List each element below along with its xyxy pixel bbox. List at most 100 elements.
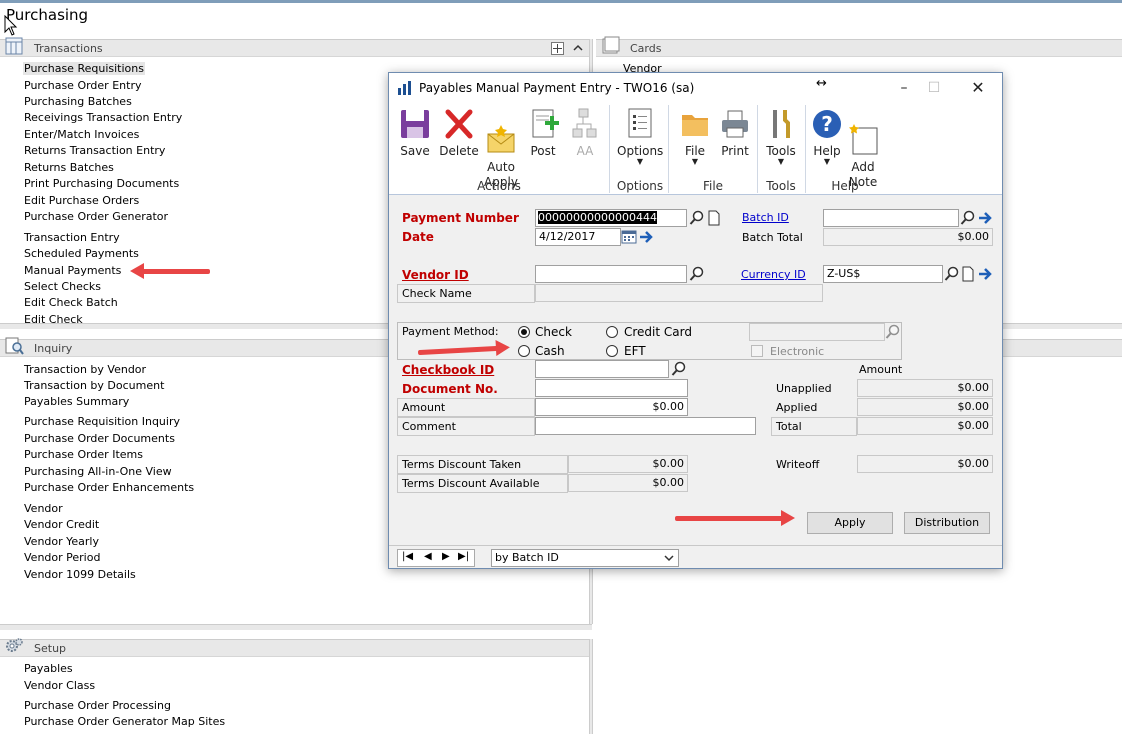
lookup-icon[interactable] xyxy=(689,266,705,282)
apply-button[interactable]: Apply xyxy=(807,512,893,534)
post-button[interactable]: Post xyxy=(525,107,561,158)
nav-item[interactable]: Edit Purchase Orders xyxy=(24,194,139,207)
distribution-button[interactable]: Distribution xyxy=(904,512,990,534)
nav-item[interactable]: Vendor Class xyxy=(24,679,95,692)
batch-total-value: $0.00 xyxy=(823,228,993,246)
cash-radio[interactable] xyxy=(518,345,530,357)
amount-label: Amount xyxy=(397,398,535,417)
file-button[interactable]: File ▼ xyxy=(677,107,713,166)
comment-field[interactable] xyxy=(535,417,756,435)
minimize-button[interactable]: – xyxy=(889,77,919,99)
amount-field[interactable]: $0.00 xyxy=(535,398,688,416)
nav-item[interactable]: Purchase Order Generator Map Sites xyxy=(24,715,225,728)
save-icon xyxy=(401,110,429,138)
nav-item[interactable]: Returns Batches xyxy=(24,161,114,174)
help-button[interactable]: ? Help ▼ xyxy=(809,107,845,166)
currency-id-link[interactable]: Currency ID xyxy=(741,268,806,281)
calendar-icon[interactable] xyxy=(621,229,637,245)
nav-item[interactable]: Purchase Order Processing xyxy=(24,699,171,712)
horizontal-splitter[interactable] xyxy=(0,624,592,630)
options-button[interactable]: Options ▼ xyxy=(617,107,663,166)
nav-item[interactable]: Returns Transaction Entry xyxy=(24,144,165,157)
setup-header-label: Setup xyxy=(34,642,67,655)
credit-card-radio[interactable] xyxy=(606,326,618,338)
nav-item[interactable]: Purchase Order Documents xyxy=(24,432,175,445)
save-button[interactable]: Save xyxy=(397,107,433,158)
new-document-icon[interactable] xyxy=(706,210,722,226)
nav-item-manual-payments[interactable]: Manual Payments xyxy=(24,264,121,277)
nav-item[interactable]: Purchase Order Enhancements xyxy=(24,481,194,494)
lookup-icon[interactable] xyxy=(689,210,705,226)
nav-item[interactable]: Enter/Match Invoices xyxy=(24,128,139,141)
post-icon xyxy=(532,109,559,138)
nav-item[interactable]: Receivings Transaction Entry xyxy=(24,111,182,124)
nav-item[interactable]: Purchasing All-in-One View xyxy=(24,465,172,478)
terms-discount-taken-label: Terms Discount Taken xyxy=(397,455,568,474)
expand-icon[interactable] xyxy=(551,42,564,55)
nav-item[interactable]: Purchase Requisition Inquiry xyxy=(24,415,180,428)
checkbook-id-link[interactable]: Checkbook ID xyxy=(402,363,494,377)
sort-by-select[interactable]: by Batch ID xyxy=(491,549,679,567)
printer-icon xyxy=(722,110,748,138)
resize-icon[interactable]: ↔ xyxy=(816,76,827,91)
arrow-right-icon[interactable] xyxy=(638,229,654,245)
eft-radio[interactable] xyxy=(606,345,618,357)
vertical-splitter[interactable] xyxy=(589,639,593,734)
nav-item[interactable]: Vendor Credit xyxy=(24,518,99,531)
close-button[interactable]: ✕ xyxy=(963,77,993,99)
nav-item[interactable]: Purchase Requisitions xyxy=(23,62,145,75)
currency-id-field[interactable]: Z-US$ xyxy=(823,265,943,283)
delete-label: Delete xyxy=(439,144,479,158)
nav-item[interactable]: Purchase Order Items xyxy=(24,448,143,461)
print-button[interactable]: Print xyxy=(717,107,753,158)
collapse-icon[interactable] xyxy=(573,43,583,53)
tools-button[interactable]: Tools ▼ xyxy=(763,107,799,166)
annotation-arrow xyxy=(130,263,210,279)
arrow-right-icon[interactable] xyxy=(977,210,993,226)
lookup-icon[interactable] xyxy=(944,266,960,282)
batch-id-field[interactable] xyxy=(823,209,959,227)
new-document-icon[interactable] xyxy=(960,266,976,282)
check-radio[interactable] xyxy=(518,326,530,338)
nav-item[interactable]: Purchase Order Entry xyxy=(24,79,141,92)
dialog-titlebar[interactable]: Payables Manual Payment Entry - TWO16 (s… xyxy=(389,73,1002,103)
vendor-id-link[interactable]: Vendor ID xyxy=(402,268,469,282)
nav-item[interactable]: Transaction by Vendor xyxy=(24,363,146,376)
nav-item[interactable]: Vendor 1099 Details xyxy=(24,568,136,581)
first-record-icon[interactable]: |◀ xyxy=(402,551,413,562)
nav-item[interactable]: Select Checks xyxy=(24,280,101,293)
nav-item[interactable]: Edit Check xyxy=(24,313,83,323)
nav-item[interactable]: Vendor Yearly xyxy=(24,535,99,548)
total-value: $0.00 xyxy=(857,417,993,435)
nav-item[interactable]: Payables xyxy=(24,662,73,675)
document-no-field[interactable] xyxy=(535,379,688,397)
lookup-icon[interactable] xyxy=(960,210,976,226)
group-help-label: Help xyxy=(831,179,859,193)
nav-item[interactable]: Purchase Order Generator xyxy=(24,210,168,223)
payment-number-field[interactable]: 00000000000000444 xyxy=(535,209,687,227)
cards-header-label: Cards xyxy=(630,42,662,55)
lookup-icon[interactable] xyxy=(671,361,687,377)
arrow-right-icon[interactable] xyxy=(977,266,993,282)
nav-item[interactable]: Payables Summary xyxy=(24,395,129,408)
vendor-id-field[interactable] xyxy=(535,265,687,283)
date-field[interactable]: 4/12/2017 xyxy=(535,228,621,246)
app-icon xyxy=(398,81,411,95)
ribbon-separator xyxy=(668,105,669,193)
nav-item[interactable]: Scheduled Payments xyxy=(24,247,139,260)
batch-id-link[interactable]: Batch ID xyxy=(742,211,789,224)
delete-button[interactable]: Delete xyxy=(439,107,479,158)
next-record-icon[interactable]: ▶ xyxy=(442,551,450,562)
nav-item[interactable]: Transaction by Document xyxy=(24,379,164,392)
nav-item[interactable]: Vendor xyxy=(24,502,63,515)
checkbook-id-field[interactable] xyxy=(535,360,669,378)
nav-item[interactable]: Edit Check Batch xyxy=(24,296,118,309)
last-record-icon[interactable]: ▶| xyxy=(458,551,469,562)
terms-discount-available-value: $0.00 xyxy=(568,474,688,492)
nav-item[interactable]: Purchasing Batches xyxy=(24,95,132,108)
previous-record-icon[interactable]: ◀ xyxy=(424,551,432,562)
nav-item[interactable]: Print Purchasing Documents xyxy=(24,177,179,190)
nav-item[interactable]: Vendor Period xyxy=(24,551,100,564)
maximize-button: ☐ xyxy=(927,80,941,96)
nav-item[interactable]: Transaction Entry xyxy=(24,231,120,244)
